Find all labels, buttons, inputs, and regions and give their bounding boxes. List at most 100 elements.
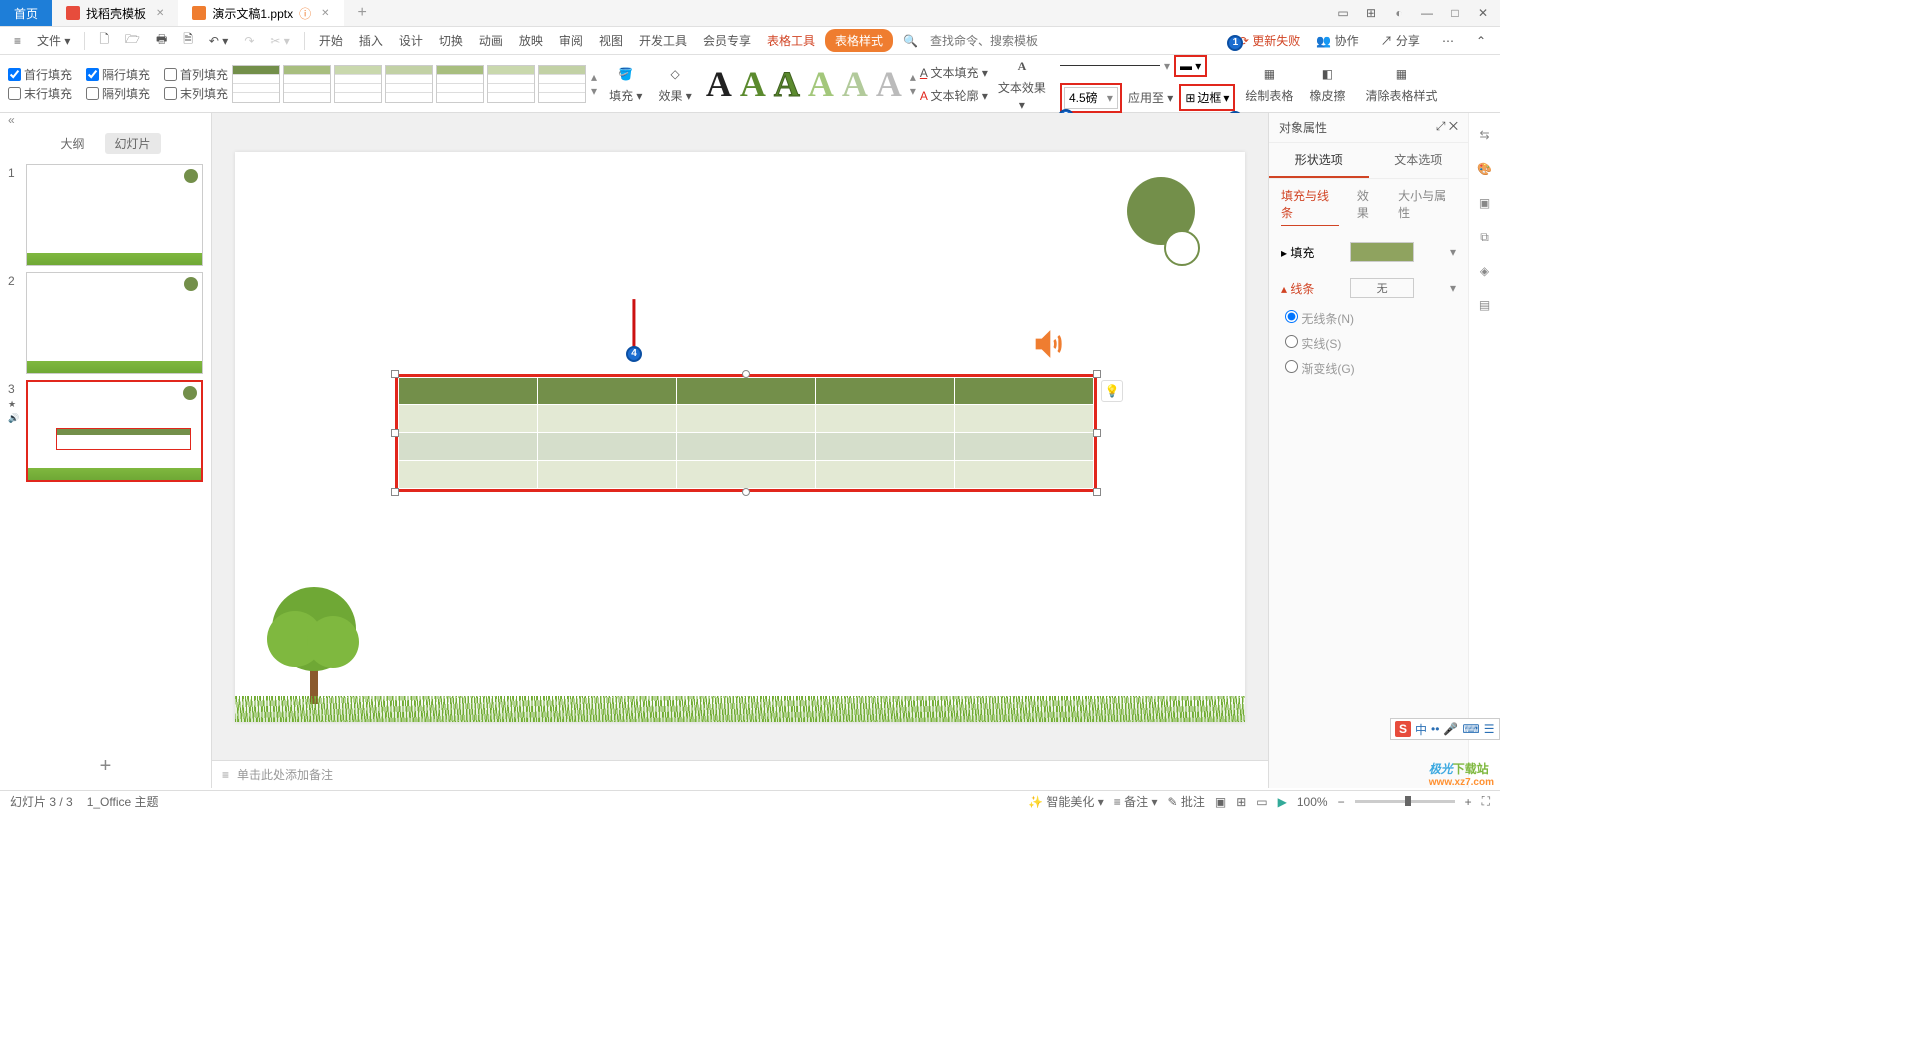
chk-alt-col[interactable]: 隔列填充	[86, 85, 150, 102]
qat-open[interactable]: 🗁	[119, 28, 146, 53]
pin-icon[interactable]: ⤢	[1436, 119, 1446, 133]
sound-icon[interactable]	[1033, 328, 1065, 363]
sec-fill-line[interactable]: 填充与线条	[1281, 187, 1339, 226]
draw-table[interactable]: ▦绘制表格	[1239, 63, 1299, 104]
menu-view[interactable]: 视图	[593, 30, 629, 51]
menu-table-style[interactable]: 表格样式	[825, 29, 893, 52]
rt-location-icon[interactable]: ◈	[1475, 261, 1495, 281]
line-weight[interactable]: 4.5磅▾	[1060, 83, 1122, 113]
ime-bar[interactable]: S 中••🎤⌨☰	[1390, 718, 1500, 740]
line-select[interactable]: 无	[1350, 278, 1414, 298]
minimize-icon[interactable]: —	[1418, 6, 1436, 20]
selected-table[interactable]	[395, 374, 1097, 492]
menu-animation[interactable]: 动画	[473, 30, 509, 51]
text-effect[interactable]: A文本效果▾	[992, 55, 1052, 112]
clear-style[interactable]: ▦清除表格样式	[1359, 63, 1443, 104]
qat-format[interactable]: ✂ ▾	[264, 32, 295, 50]
thumb-2[interactable]: 2	[8, 272, 203, 374]
tab-file[interactable]: 演示文稿1.pptxⓘ✕	[178, 0, 343, 26]
subtab-shape[interactable]: 形状选项	[1269, 143, 1369, 178]
subtab-text[interactable]: 文本选项	[1369, 143, 1469, 178]
rt-select-icon[interactable]: ▣	[1475, 193, 1495, 213]
chk-first-row[interactable]: 首行填充	[8, 66, 72, 83]
border-btn[interactable]: ⊞ 边框 ▾	[1179, 84, 1235, 111]
close-window-icon[interactable]: ✕	[1474, 6, 1492, 20]
menu-start[interactable]: 开始	[313, 30, 349, 51]
slide-canvas[interactable]: 4 💡	[235, 152, 1245, 722]
grid-icon[interactable]: ⊞	[1362, 6, 1380, 20]
menu-slideshow[interactable]: 放映	[513, 30, 549, 51]
qat-save[interactable]: 🗋	[93, 28, 115, 53]
radio-gradient[interactable]: 渐变线(G)	[1285, 356, 1452, 381]
chk-last-row[interactable]: 末行填充	[8, 85, 72, 102]
eraser[interactable]: ◧橡皮擦	[1303, 63, 1351, 104]
notes-pane[interactable]: ≡单击此处添加备注	[212, 760, 1268, 788]
menu-hamburger[interactable]: ≡	[8, 32, 27, 50]
table-styles[interactable]: ▴▾	[232, 65, 599, 103]
styles-up[interactable]: ▴	[591, 70, 597, 84]
view-reading-icon[interactable]: ▭	[1256, 795, 1267, 809]
wa-down[interactable]: ▾	[910, 84, 916, 98]
menu-file[interactable]: 文件 ▾	[31, 30, 76, 51]
tab-add[interactable]: +	[344, 0, 381, 26]
rt-link-icon[interactable]: ⧉	[1475, 227, 1495, 247]
tab-outline[interactable]: 大纲	[50, 133, 94, 154]
maximize-icon[interactable]: □	[1446, 6, 1464, 20]
prop-line[interactable]: ▴ 线条无▾	[1269, 270, 1468, 306]
styles-down[interactable]: ▾	[591, 84, 597, 98]
coop-button[interactable]: 👥 协作	[1310, 30, 1364, 51]
menu-dev[interactable]: 开发工具	[633, 30, 693, 51]
add-slide[interactable]: +	[0, 745, 211, 788]
text-fill[interactable]: A 文本填充 ▾	[920, 64, 988, 81]
fill-swatch[interactable]	[1350, 242, 1414, 262]
thumb-1[interactable]: 1	[8, 164, 203, 266]
text-outline[interactable]: A 文本轮廓 ▾	[920, 87, 988, 104]
zoom-value[interactable]: 100%	[1297, 795, 1328, 809]
menu-review[interactable]: 审阅	[553, 30, 589, 51]
line-color[interactable]: ▬ ▾	[1174, 55, 1207, 77]
close-panel-icon[interactable]: ✕	[1449, 119, 1458, 133]
layout-icon[interactable]: ▭	[1334, 6, 1352, 20]
view-normal-icon[interactable]: ▣	[1215, 795, 1226, 809]
status-backup[interactable]: ≡ 备注 ▾	[1114, 793, 1158, 810]
qat-redo[interactable]: ↷	[238, 32, 260, 50]
menu-transition[interactable]: 切换	[433, 30, 469, 51]
qat-preview[interactable]: 🗎	[177, 28, 199, 53]
rt-style-icon[interactable]: 🎨	[1475, 159, 1495, 179]
status-beauty[interactable]: ✨ 智能美化 ▾	[1028, 793, 1104, 810]
suggestion-icon[interactable]: 💡	[1101, 380, 1123, 402]
qat-undo[interactable]: ↶ ▾	[203, 32, 234, 50]
fill-btn[interactable]: 🪣填充 ▾	[603, 63, 648, 104]
user-icon[interactable]: ◐	[1390, 6, 1408, 20]
close-icon[interactable]: ✕	[321, 8, 329, 19]
menu-design[interactable]: 设计	[393, 30, 429, 51]
tab-slides[interactable]: 幻灯片	[105, 133, 161, 154]
close-icon[interactable]: ✕	[156, 8, 164, 19]
collapse-ribbon-icon[interactable]: ⌃	[1470, 32, 1492, 50]
qat-print[interactable]: 🖶	[150, 28, 173, 53]
wa-up[interactable]: ▴	[910, 70, 916, 84]
prop-fill[interactable]: ▸ 填充▾	[1269, 234, 1468, 270]
update-fail[interactable]: ⟳ 更新失败	[1239, 32, 1300, 49]
view-sorter-icon[interactable]: ⊞	[1236, 795, 1246, 809]
share-button[interactable]: ↗ 分享	[1375, 30, 1426, 51]
menu-table-tool[interactable]: 表格工具	[761, 30, 821, 51]
thumb-3[interactable]: 3★🔊	[8, 380, 203, 482]
view-slideshow-icon[interactable]: ▶	[1278, 795, 1287, 809]
tab-docker[interactable]: 找稻壳模板✕	[52, 0, 178, 26]
menu-insert[interactable]: 插入	[353, 30, 389, 51]
effect-btn[interactable]: ◇效果 ▾	[652, 63, 697, 104]
zoom-in[interactable]: +	[1465, 795, 1472, 809]
fit-icon[interactable]: ⛶	[1482, 794, 1490, 809]
chk-alt-row[interactable]: 隔行填充	[86, 66, 150, 83]
rt-layers-icon[interactable]: ▤	[1475, 295, 1495, 315]
search-input[interactable]	[928, 32, 1068, 50]
chk-first-col[interactable]: 首列填充	[164, 66, 228, 83]
search-icon[interactable]: 🔍	[897, 32, 924, 50]
status-annotate[interactable]: ✎ 批注	[1167, 793, 1204, 810]
apply-to[interactable]: 应用至 ▾	[1128, 89, 1173, 106]
sec-effect[interactable]: 效果	[1357, 187, 1380, 226]
collapse-thumbs[interactable]: «	[0, 113, 211, 127]
sec-size[interactable]: 大小与属性	[1398, 187, 1456, 226]
zoom-slider[interactable]	[1355, 800, 1455, 803]
